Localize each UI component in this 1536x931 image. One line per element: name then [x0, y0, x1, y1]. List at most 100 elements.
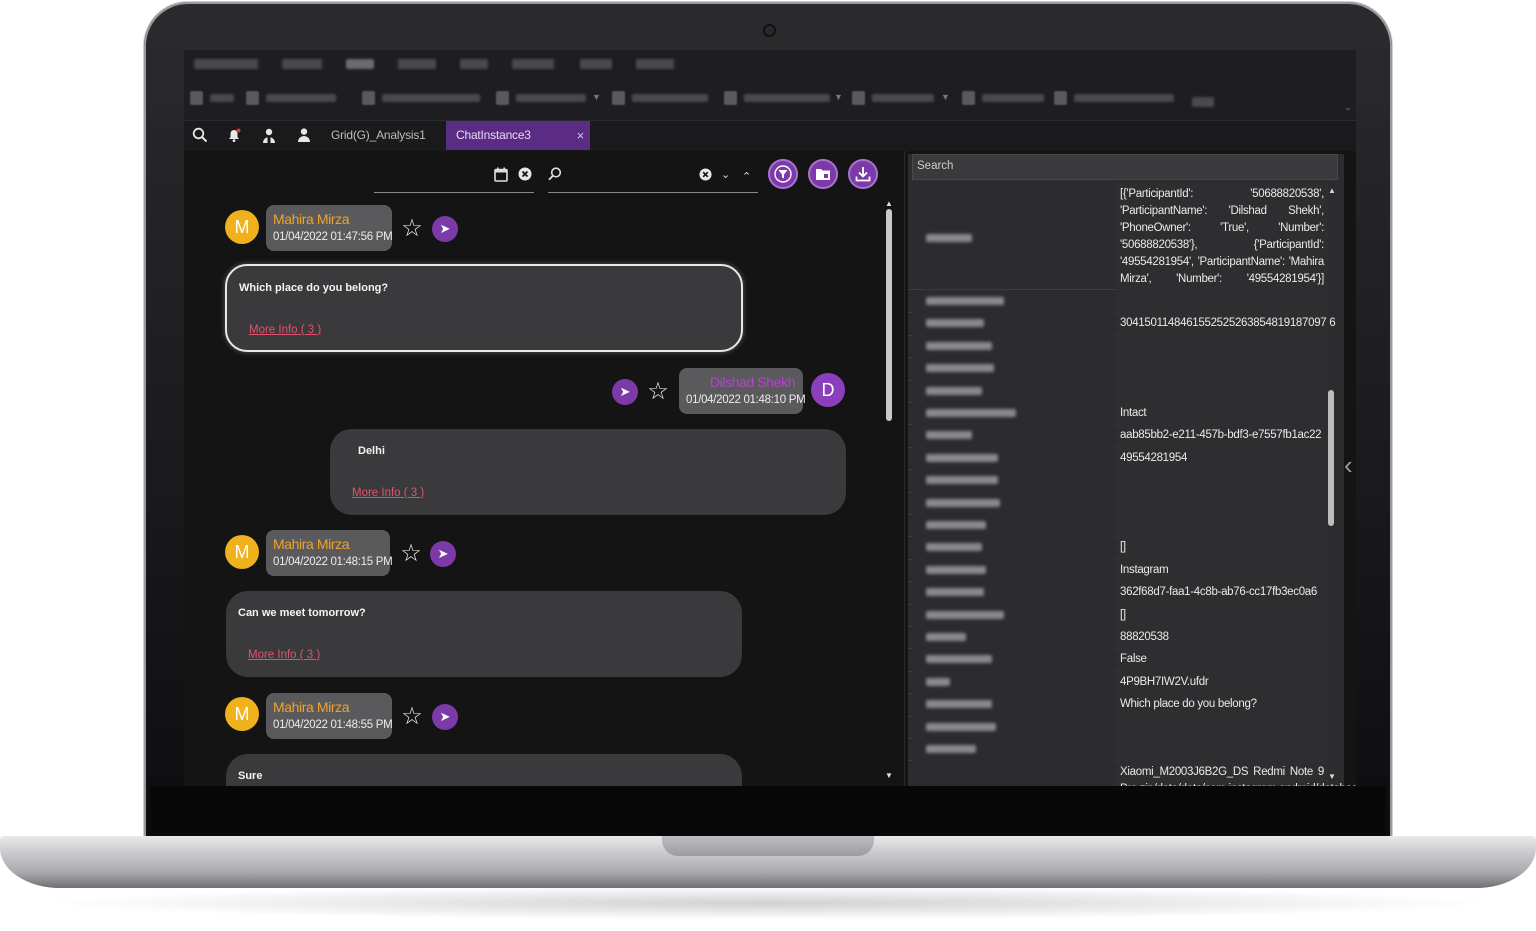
property-row[interactable]: [908, 357, 1328, 381]
search-icon[interactable]: [548, 167, 562, 184]
person-icon[interactable]: [295, 127, 313, 145]
star-icon[interactable]: ☆: [645, 379, 671, 405]
property-key: [912, 670, 1114, 694]
property-value: [1116, 469, 1328, 492]
bookmark-icon[interactable]: ➤: [430, 541, 456, 567]
avatar: M: [225, 697, 259, 731]
bell-icon[interactable]: [225, 127, 243, 145]
more-info-link[interactable]: More Info ( 3 ): [249, 324, 321, 336]
property-key: [912, 491, 1114, 514]
chevron-up-icon[interactable]: ⌃: [742, 170, 751, 183]
property-row[interactable]: 3041501148461552525263854819187097 6: [908, 312, 1336, 336]
menu-item-blurred[interactable]: [580, 59, 612, 69]
bookmark-icon[interactable]: ➤: [432, 704, 458, 730]
property-row[interactable]: [908, 514, 1328, 538]
properties-scrollbar-thumb[interactable]: [1328, 390, 1334, 526]
menu-item-blurred[interactable]: [460, 59, 488, 69]
property-row[interactable]: [908, 334, 1328, 359]
menu-item-blurred[interactable]: [398, 59, 436, 69]
property-row[interactable]: []: [908, 603, 1328, 627]
property-key: [912, 379, 1114, 402]
chevron-down-icon[interactable]: ▼: [941, 92, 950, 102]
filter-button[interactable]: [768, 159, 798, 189]
property-row[interactable]: aab85bb2-e211-457b-bdf3-e7557fb1ac22: [908, 424, 1328, 448]
property-row[interactable]: 49554281954: [908, 446, 1328, 471]
property-value-text: Which place do you belong?: [1120, 698, 1257, 711]
download-button[interactable]: [848, 159, 878, 189]
star-icon[interactable]: ☆: [399, 704, 425, 730]
scroll-up-arrow[interactable]: ▲: [1328, 186, 1336, 195]
property-key: [912, 312, 1114, 335]
clear-date-icon[interactable]: [518, 167, 532, 184]
property-row[interactable]: Instagram: [908, 558, 1328, 583]
chat-scrollbar-thumb[interactable]: [886, 209, 892, 421]
menu-item-blurred[interactable]: [512, 59, 554, 69]
property-value: False: [1116, 648, 1328, 671]
chevron-down-icon[interactable]: ▼: [592, 92, 601, 102]
chevron-left-icon[interactable]: ‹: [1344, 450, 1353, 481]
toolbar-overflow[interactable]: [1192, 97, 1214, 107]
property-row[interactable]: [908, 290, 1328, 314]
message-bubble[interactable]: Which place do you belong? More Info ( 3…: [225, 264, 743, 352]
menu-item-blurred[interactable]: [282, 59, 322, 69]
properties-search-input[interactable]: Search: [912, 154, 1338, 180]
property-row[interactable]: Xiaomi_M2003J6B2G_DS Redmi Note 9 Pro.zi…: [908, 760, 1356, 786]
property-key: [912, 738, 1114, 761]
property-row[interactable]: []: [908, 536, 1328, 560]
property-row[interactable]: [908, 469, 1328, 493]
chevron-down-icon[interactable]: ⌄: [1344, 102, 1352, 113]
property-row[interactable]: Intact: [908, 402, 1328, 426]
more-info-link[interactable]: More Info ( 3 ): [352, 487, 424, 499]
scroll-down-arrow[interactable]: ▼: [885, 771, 893, 780]
person-group-icon[interactable]: [260, 127, 278, 145]
menu-item-blurred[interactable]: [346, 59, 374, 69]
property-row[interactable]: 4P9BH7IW2V.ufdr: [908, 670, 1328, 695]
bookmark-icon[interactable]: ➤: [612, 379, 638, 405]
property-row[interactable]: [908, 379, 1328, 403]
sender-card: Mahira Mirza 01/04/2022 01:47:56 PM: [266, 205, 393, 251]
property-row[interactable]: Which place do you belong?: [908, 693, 1328, 717]
property-value: [1116, 334, 1328, 358]
avatar: D: [811, 373, 845, 407]
sender-card: Mahira Mirza 01/04/2022 01:48:15 PM: [266, 530, 393, 576]
property-row[interactable]: 362f68d7-faa1-4c8b-ab76-cc17fb3ec0a6: [908, 581, 1328, 605]
more-info-link[interactable]: More Info ( 3 ): [248, 649, 320, 661]
message-bubble[interactable]: Delhi More Info ( 3 ): [330, 429, 846, 515]
tab-chat-instance[interactable]: ChatInstance3 ×: [446, 121, 590, 150]
property-value: 4P9BH7IW2V.ufdr: [1116, 670, 1328, 694]
scroll-down-arrow[interactable]: ▼: [1328, 772, 1336, 781]
property-value-text: 362f68d7-faa1-4c8b-ab76-cc17fb3ec0a6: [1120, 586, 1317, 599]
menu-item-blurred[interactable]: [636, 59, 674, 69]
chevron-down-icon[interactable]: ▼: [834, 92, 843, 102]
participants-value: [{'ParticipantId': '50688820538', 'Parti…: [1120, 188, 1324, 285]
property-row[interactable]: [908, 715, 1328, 739]
property-value-text: 4P9BH7IW2V.ufdr: [1120, 675, 1209, 688]
tab-grid-analysis[interactable]: Grid(G)_Analysis1: [331, 121, 441, 150]
property-key: [912, 357, 1114, 380]
chevron-down-icon[interactable]: ⌄: [721, 168, 730, 181]
close-icon[interactable]: ×: [577, 121, 585, 150]
property-row[interactable]: [{'ParticipantId': '50688820538', 'Parti…: [908, 182, 1328, 293]
menu-item-blurred[interactable]: [194, 59, 258, 69]
property-key: [912, 603, 1114, 626]
folder-button[interactable]: [808, 159, 838, 189]
bookmark-icon[interactable]: ➤: [432, 216, 458, 242]
property-row[interactable]: False: [908, 648, 1328, 672]
scroll-up-arrow[interactable]: ▲: [885, 199, 893, 208]
property-row[interactable]: [908, 738, 1328, 762]
property-key: [912, 626, 1114, 649]
property-key: [912, 558, 1114, 582]
star-icon[interactable]: ☆: [398, 541, 424, 567]
property-key: [912, 514, 1114, 537]
search-icon[interactable]: [191, 127, 209, 145]
property-row[interactable]: 88820538: [908, 626, 1328, 650]
property-key: [912, 402, 1114, 425]
pane-divider[interactable]: [904, 151, 905, 786]
property-row[interactable]: [908, 491, 1328, 515]
message-bubble[interactable]: Sure: [226, 754, 742, 786]
message-bubble[interactable]: Can we meet tomorrow? More Info ( 3 ): [226, 591, 742, 677]
clear-search-icon[interactable]: [699, 168, 712, 184]
star-icon[interactable]: ☆: [399, 216, 425, 242]
calendar-icon[interactable]: [494, 167, 508, 185]
property-key: [912, 334, 1114, 358]
